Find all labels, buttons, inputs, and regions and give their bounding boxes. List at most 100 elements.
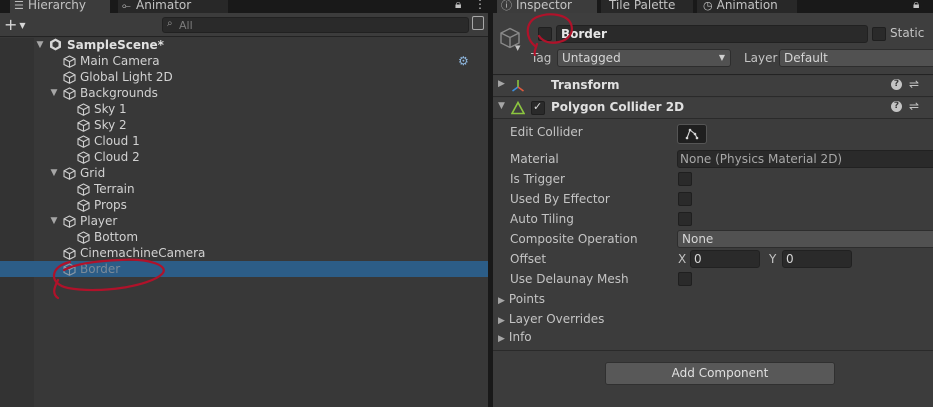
tab-animator[interactable]: ⟜ Animator xyxy=(118,0,228,13)
collider-enabled-checkbox[interactable] xyxy=(531,100,545,115)
lock-icon[interactable]: 🔒︎ xyxy=(913,0,919,12)
tree-row-label: Terrain xyxy=(94,182,135,196)
tree-row-label: Cloud 1 xyxy=(94,134,140,148)
gameobject-cube-icon xyxy=(63,69,76,85)
inspector-panel: ⓘ Inspector Tile Palette ◷ Animation 🔒︎ ▼ … xyxy=(493,0,933,407)
gameobject-cube-icon xyxy=(77,101,90,117)
tree-row-label: Cloud 2 xyxy=(94,150,140,164)
polygon-collider-header[interactable]: ▼ Polygon Collider 2D ? ⇌ xyxy=(493,98,933,119)
scene-picker-icon[interactable] xyxy=(472,16,484,30)
gameobject-cube-icon xyxy=(77,117,90,133)
composite-operation-dropdown[interactable]: None xyxy=(677,230,933,248)
tree-row-label: Props xyxy=(94,198,127,212)
offset-x-label: X xyxy=(678,252,687,266)
tree-row-bottom[interactable]: Bottom xyxy=(0,229,488,245)
list-icon: ☰ xyxy=(14,0,24,12)
gameobject-cube-icon xyxy=(77,181,90,197)
gameobject-cube-icon xyxy=(63,85,76,101)
tree-row-border[interactable]: Border xyxy=(0,261,488,277)
tree-row-label: Player xyxy=(80,214,118,228)
layer-dropdown[interactable]: Default xyxy=(779,49,933,67)
offset-x-field[interactable]: 0 xyxy=(690,250,760,268)
points-foldout[interactable]: ▶ Points xyxy=(498,292,545,306)
tree-row-backgrounds[interactable]: ▼ Backgrounds xyxy=(0,85,488,101)
gameobject-cube-icon xyxy=(77,197,90,213)
expand-arrow-icon[interactable]: ▼ xyxy=(498,101,505,111)
gameobject-cube-icon xyxy=(77,229,90,245)
tree-row-player[interactable]: ▼ Player xyxy=(0,213,488,229)
tree-row-sky1[interactable]: Sky 1 xyxy=(0,101,488,117)
use-delaunay-checkbox[interactable] xyxy=(678,272,692,286)
expand-arrow-icon[interactable]: ▶ xyxy=(498,79,505,89)
expand-arrow-icon[interactable]: ▼ xyxy=(49,165,59,181)
object-name-input[interactable] xyxy=(557,26,867,42)
expand-arrow-icon[interactable]: ▼ xyxy=(35,37,45,53)
tree-row-label: SampleScene* xyxy=(67,38,164,52)
edit-collider-button[interactable] xyxy=(677,124,707,144)
use-delaunay-label: Use Delaunay Mesh xyxy=(510,272,629,286)
is-trigger-label: Is Trigger xyxy=(510,172,565,186)
chevron-down-icon[interactable]: ▼ xyxy=(515,44,520,52)
tab-animation[interactable]: ◷ Animation xyxy=(697,0,797,13)
tree-row-global-light[interactable]: Global Light 2D xyxy=(0,69,488,85)
edit-shape-icon xyxy=(685,128,699,140)
tab-hierarchy[interactable]: ☰ Hierarchy xyxy=(10,0,110,13)
more-menu-icon[interactable]: ⋮ xyxy=(474,0,486,11)
gameobject-cube-icon xyxy=(77,133,90,149)
create-button[interactable]: + ▼ xyxy=(4,16,36,34)
gameobject-cube-icon xyxy=(63,53,76,69)
object-name-field[interactable] xyxy=(556,25,868,43)
help-icon[interactable]: ? xyxy=(891,101,902,112)
tree-row-label: Backgrounds xyxy=(80,86,158,100)
tree-row-samplescene[interactable]: ▼ SampleScene* xyxy=(0,37,488,53)
help-icon[interactable]: ? xyxy=(891,79,902,90)
polygon-collider-label: Polygon Collider 2D xyxy=(551,100,685,114)
tree-row-terrain[interactable]: Terrain xyxy=(0,181,488,197)
used-by-effector-label: Used By Effector xyxy=(510,192,610,206)
tab-tile-palette[interactable]: Tile Palette xyxy=(601,0,693,13)
is-trigger-checkbox[interactable] xyxy=(678,172,692,186)
offset-y-field[interactable]: 0 xyxy=(782,250,852,268)
auto-tiling-label: Auto Tiling xyxy=(510,212,574,226)
separator xyxy=(493,350,933,351)
expand-arrow-icon[interactable]: ▼ xyxy=(49,213,59,229)
active-checkbox[interactable] xyxy=(538,27,552,41)
expand-arrow-icon: ▶ xyxy=(498,296,505,306)
lock-icon[interactable]: 🔒︎ xyxy=(455,0,461,12)
expand-arrow-icon: ▶ xyxy=(498,334,505,344)
tag-dropdown[interactable]: Untagged ▼ xyxy=(557,49,731,67)
tree-row-main-camera[interactable]: Main Camera ⚙︎ xyxy=(0,53,488,69)
tree-row-sky2[interactable]: Sky 2 xyxy=(0,117,488,133)
used-by-effector-checkbox[interactable] xyxy=(678,192,692,206)
search-input[interactable] xyxy=(179,18,459,32)
tree-row-label: Sky 1 xyxy=(94,102,127,116)
gameobject-cube-icon xyxy=(63,261,76,277)
static-checkbox[interactable] xyxy=(872,27,886,41)
tree-row-grid[interactable]: ▼ Grid xyxy=(0,165,488,181)
material-field[interactable]: None (Physics Material 2D) xyxy=(677,150,933,168)
auto-tiling-checkbox[interactable] xyxy=(678,212,692,226)
tree-row-cloud2[interactable]: Cloud 2 xyxy=(0,149,488,165)
expand-arrow-icon: ▶ xyxy=(498,316,505,326)
settings-sliders-icon[interactable]: ⇌ xyxy=(909,77,919,91)
gameobject-cube-icon xyxy=(63,213,76,229)
tree-row-cinemachine[interactable]: CinemachineCamera xyxy=(0,245,488,261)
tree-row-cloud1[interactable]: Cloud 1 xyxy=(0,133,488,149)
tree-row-props[interactable]: Props xyxy=(0,197,488,213)
settings-sliders-icon[interactable]: ⇌ xyxy=(909,99,919,113)
tree-row-label: Main Camera xyxy=(80,54,160,68)
camera-gizmo-icon[interactable]: ⚙︎ xyxy=(458,53,469,69)
expand-arrow-icon[interactable]: ▼ xyxy=(49,85,59,101)
object-header: ▼ Static Tag Untagged▼ Layer Default xyxy=(493,13,933,75)
info-foldout[interactable]: ▶ Info xyxy=(498,330,532,344)
polygon-collider-icon xyxy=(511,101,525,115)
layer-overrides-foldout[interactable]: ▶ Layer Overrides xyxy=(498,312,604,326)
composite-operation-label: Composite Operation xyxy=(510,232,638,246)
transform-label: Transform xyxy=(551,78,620,92)
search-box: ⌕ xyxy=(162,17,469,33)
clock-icon: ◷ xyxy=(703,0,713,12)
transform-component-header[interactable]: ▶ Transform ? ⇌ xyxy=(493,76,933,97)
add-component-button[interactable]: Add Component xyxy=(605,362,835,385)
hierarchy-panel: ☰Hierarchy ⟜Animator 🔒︎ ⋮ +▼ ⌕ ▼ SampleS… xyxy=(0,0,488,407)
tab-inspector[interactable]: ⓘ Inspector xyxy=(497,0,597,13)
